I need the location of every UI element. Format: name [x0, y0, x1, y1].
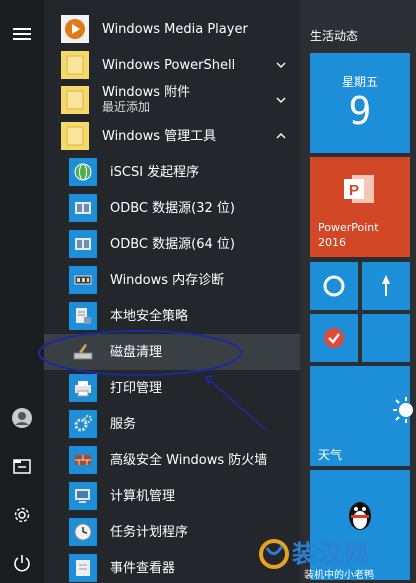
folder-icon — [61, 122, 89, 150]
gear-icon — [69, 410, 97, 438]
calendar-weekday: 星期五 — [341, 75, 378, 89]
admin-tool-odbc-32[interactable]: ODBC 数据源(32 位) — [44, 190, 300, 226]
admin-tool-computer-management[interactable]: 计算机管理 — [44, 478, 300, 514]
qq-penguin-icon — [349, 502, 371, 530]
database-icon — [69, 194, 97, 222]
pin-icon — [382, 275, 390, 296]
memory-chip-icon — [69, 266, 97, 294]
app-item-label: Windows PowerShell — [102, 57, 236, 73]
cortana-tile[interactable] — [310, 262, 358, 310]
admin-tool-memory-diagnostic[interactable]: Windows 内存诊断 — [44, 262, 300, 298]
app-item-windows-media-player[interactable]: Windows Media Player — [44, 11, 300, 47]
admin-tool-label: 本地安全策略 — [110, 308, 189, 324]
media-player-icon — [61, 15, 89, 43]
admin-tool-label: ODBC 数据源(64 位) — [110, 236, 235, 252]
tile-pane: 生活动态 星期五 9 P PowerPoint 2016 天气 — [300, 0, 416, 583]
tile-group-title: 生活动态 — [310, 29, 359, 43]
app-item-windows-accessories[interactable]: Windows 附件 最近添加 — [44, 82, 300, 118]
svg-text:P: P — [349, 182, 359, 199]
app-item-windows-admin-tools[interactable]: Windows 管理工具 — [44, 118, 300, 154]
admin-tool-label: Windows 内存诊断 — [110, 272, 225, 288]
firewall-icon — [69, 446, 97, 474]
admin-tool-label: 事件查看器 — [110, 560, 176, 576]
admin-tool-label: 计算机管理 — [110, 488, 176, 504]
app-item-label: Windows 管理工具 — [102, 128, 217, 144]
globe-icon — [69, 158, 97, 186]
hamburger-icon — [13, 28, 31, 40]
avatar-icon — [12, 408, 32, 428]
folder-icon — [61, 51, 89, 79]
check-circle-icon — [324, 328, 344, 348]
admin-tool-services[interactable]: 服务 — [44, 406, 300, 442]
user-account-button[interactable] — [0, 398, 44, 438]
app-item-windows-powershell[interactable]: Windows PowerShell — [44, 47, 300, 83]
admin-tool-label: 任务计划程序 — [110, 524, 189, 540]
watermark-logo-icon — [259, 539, 289, 569]
chevron-down-icon[interactable] — [274, 58, 288, 72]
left-rail — [0, 0, 44, 583]
pin-tile[interactable] — [362, 262, 410, 310]
powerpoint-label-2: 2016 — [318, 236, 346, 249]
watermark-sub: 装机中的小老鸭 — [304, 570, 374, 581]
admin-tool-label: iSCSI 发起程序 — [110, 164, 200, 180]
admin-tool-label: 高级安全 Windows 防火墙 — [110, 452, 268, 468]
weather-tile[interactable]: 天气 — [310, 366, 413, 466]
cortana-icon — [323, 275, 345, 297]
admin-tool-label: ODBC 数据源(32 位) — [110, 200, 235, 216]
settings-button[interactable] — [0, 495, 44, 535]
file-explorer-button[interactable] — [0, 446, 44, 486]
folder-icon — [61, 86, 89, 114]
watermark: 装汉网 装机中的小老鸭 — [258, 532, 416, 583]
power-button[interactable] — [0, 543, 44, 583]
gear-icon — [14, 507, 30, 523]
recently-added-label: 最近添加 — [102, 100, 151, 114]
event-viewer-icon — [69, 554, 97, 582]
power-icon — [14, 555, 30, 572]
watermark-brand: 装汉网 — [292, 540, 370, 568]
admin-tool-label: 磁盘清理 — [110, 344, 163, 360]
admin-tool-disk-cleanup[interactable]: 磁盘清理 — [44, 334, 300, 370]
security-policy-icon — [69, 302, 97, 330]
weather-label: 天气 — [318, 448, 343, 462]
calendar-day: 9 — [348, 89, 372, 133]
sun-icon — [393, 397, 413, 423]
computer-management-icon — [69, 482, 97, 510]
clock-icon — [69, 518, 97, 546]
powerpoint-icon: P — [344, 175, 374, 203]
calendar-tile[interactable]: 星期五 9 — [310, 53, 410, 153]
database-icon — [69, 230, 97, 258]
hamburger-menu-button[interactable] — [0, 14, 44, 54]
admin-tool-firewall[interactable]: 高级安全 Windows 防火墙 — [44, 442, 300, 478]
printer-icon — [69, 374, 97, 402]
todo-tile[interactable] — [310, 314, 358, 362]
app-tile-blue[interactable] — [362, 314, 410, 362]
chevron-down-icon[interactable] — [274, 93, 288, 107]
admin-tool-odbc-64[interactable]: ODBC 数据源(64 位) — [44, 226, 300, 262]
admin-tool-label: 打印管理 — [110, 380, 163, 396]
admin-tool-iscsi[interactable]: iSCSI 发起程序 — [44, 154, 300, 190]
chevron-up-icon[interactable] — [274, 129, 288, 143]
admin-tool-print-management[interactable]: 打印管理 — [44, 370, 300, 406]
admin-tool-label: 服务 — [110, 416, 137, 432]
disk-cleanup-icon — [69, 338, 97, 366]
admin-tool-local-security-policy[interactable]: 本地安全策略 — [44, 298, 300, 334]
app-item-label: Windows 附件 — [102, 85, 191, 100]
powerpoint-tile[interactable]: P PowerPoint 2016 — [310, 157, 410, 257]
app-list: Windows Media Player Windows PowerShell … — [44, 0, 300, 583]
app-item-label: Windows Media Player — [102, 21, 248, 37]
powerpoint-label-1: PowerPoint — [318, 221, 379, 234]
file-explorer-icon — [13, 459, 31, 474]
